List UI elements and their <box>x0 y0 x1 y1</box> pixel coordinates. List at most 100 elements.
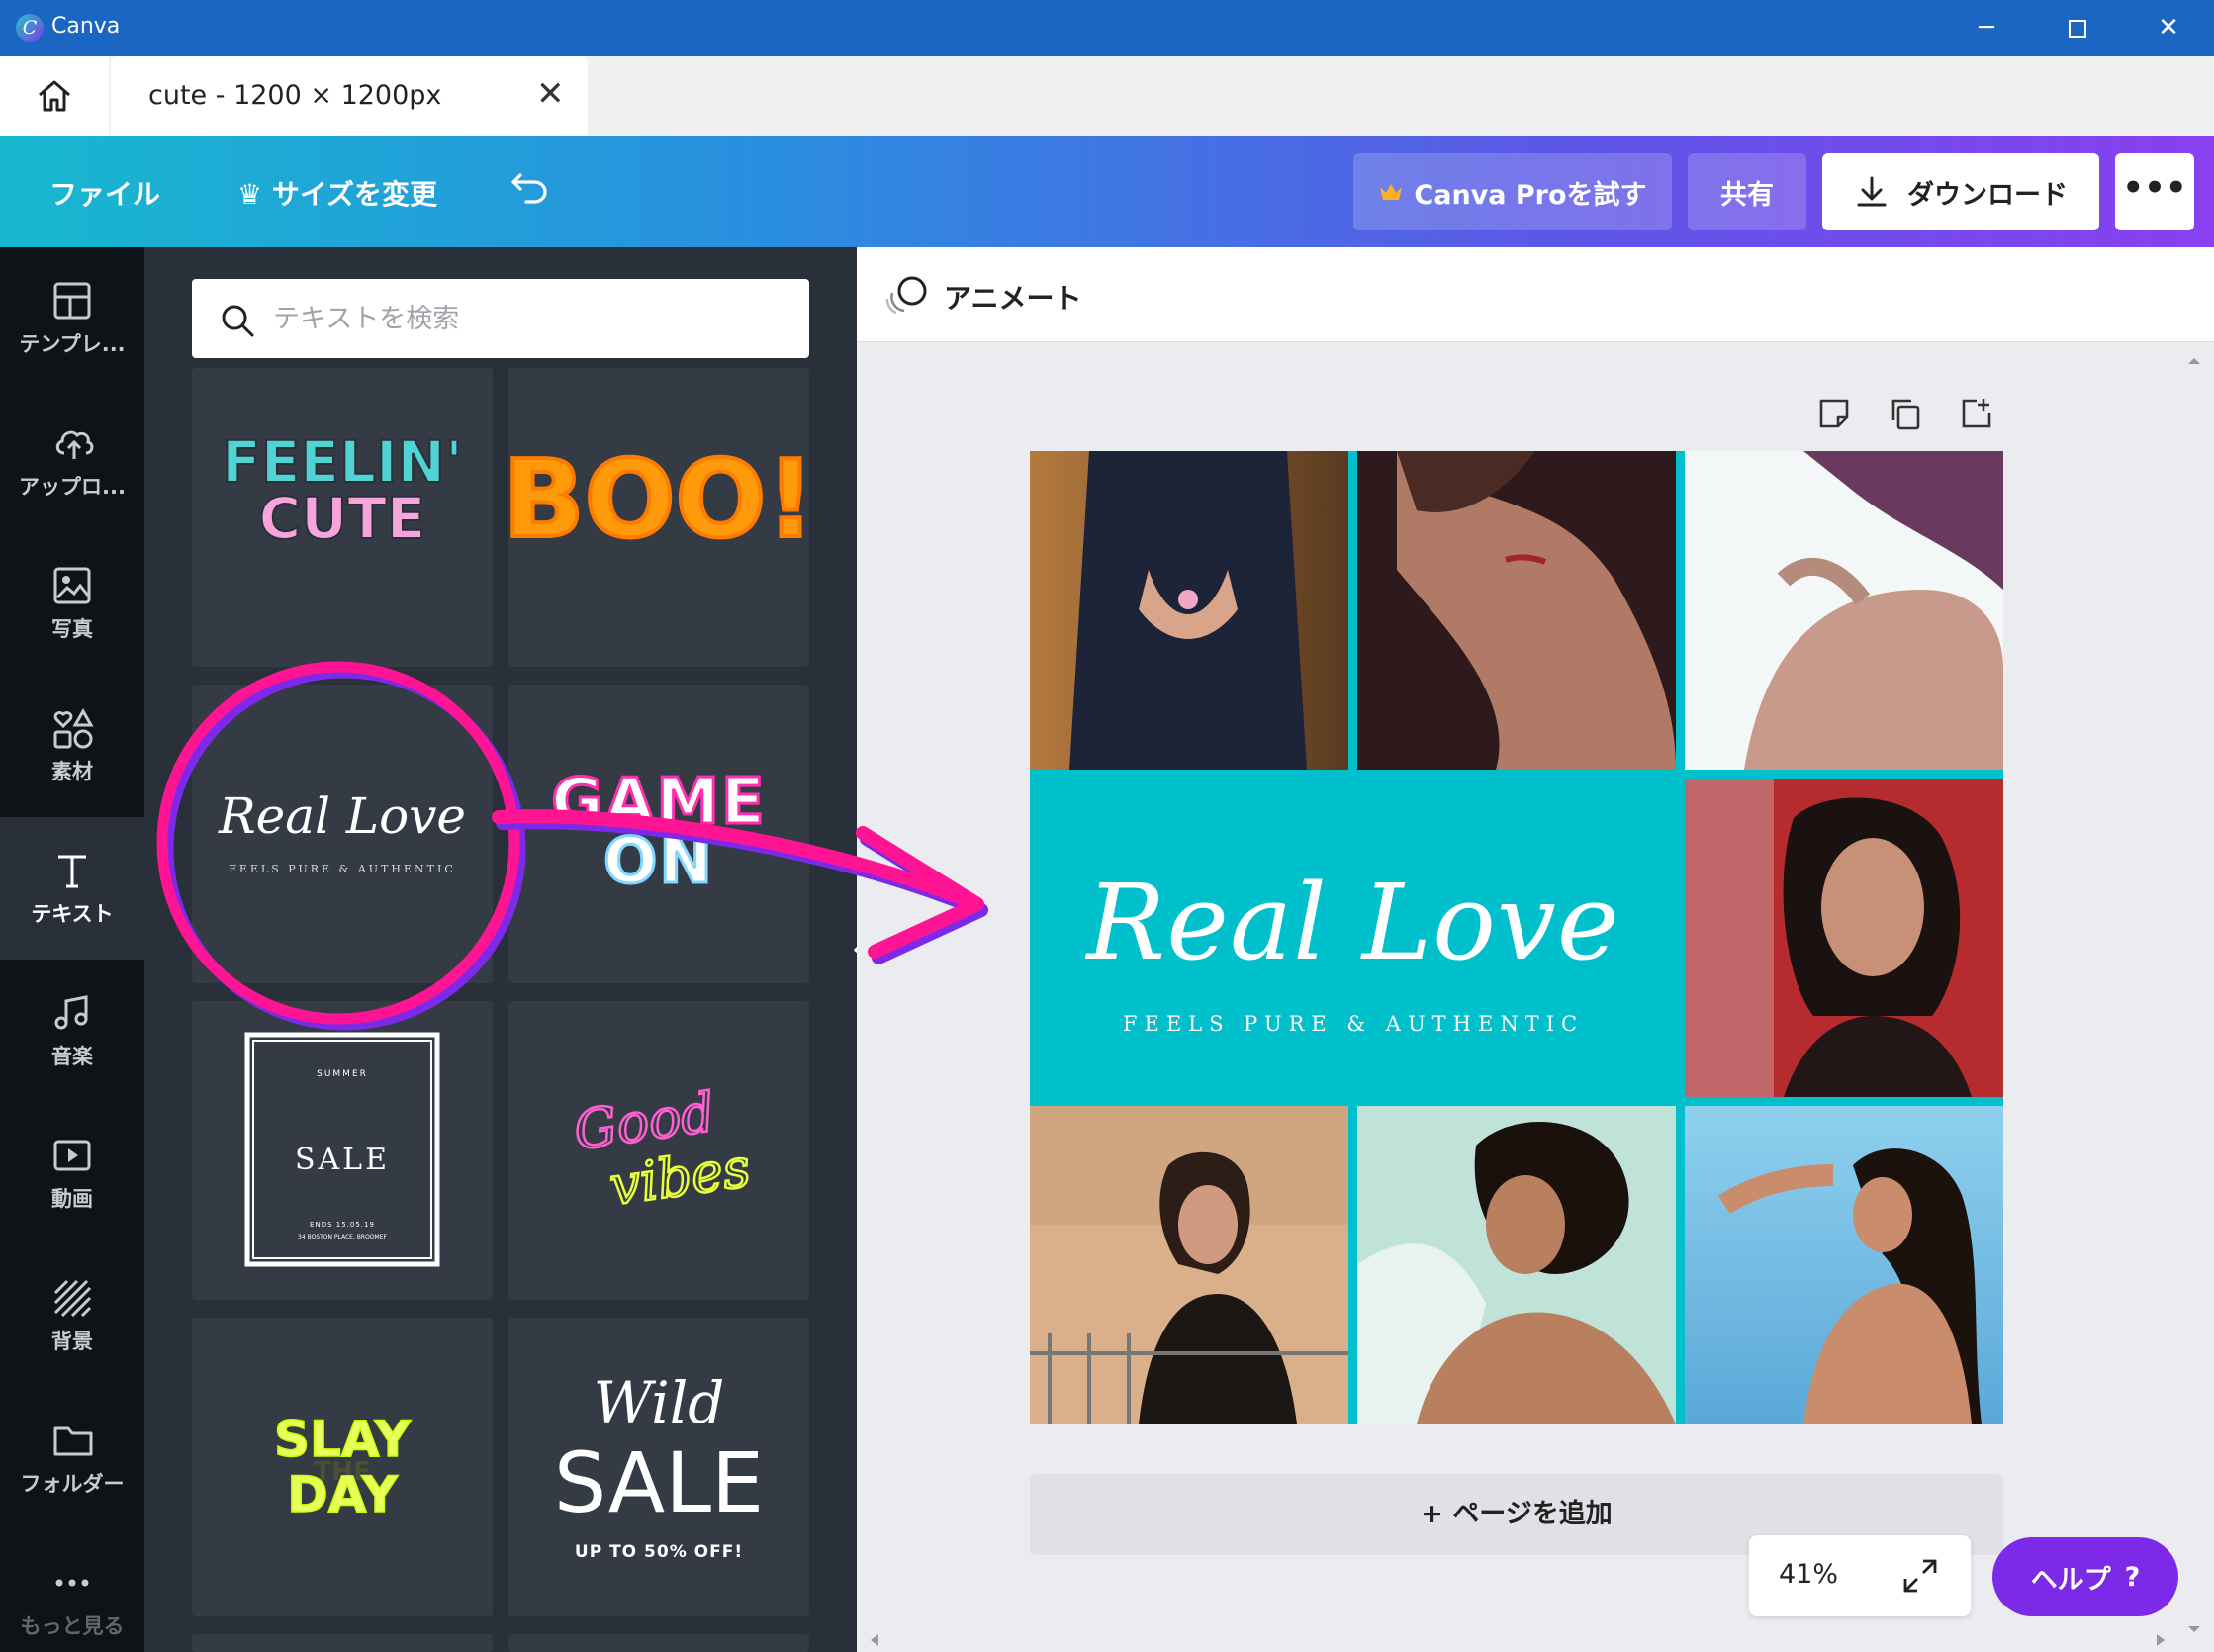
text-template-wild-sale[interactable]: Wild SALE UP TO 50% OFF! <box>508 1318 809 1616</box>
sidebar-item-label: 背景 <box>51 1330 93 1353</box>
slay-the-day-preview: SLAY THE DAY <box>273 1410 412 1524</box>
folder-icon <box>53 1426 93 1456</box>
tile-text: Wild <box>594 1369 725 1436</box>
search-box[interactable] <box>192 279 809 358</box>
undo-icon <box>511 173 547 204</box>
design-title-text[interactable]: Real Love <box>1030 862 1677 983</box>
resize-button[interactable]: ♛ サイズを変更 <box>237 173 437 213</box>
sidebar-item-label: テキスト <box>31 902 114 926</box>
side-navigation: テンプレ... アップロ... 写真 素材 テキスト 音楽 動画 背景 フォルダ… <box>0 247 144 1652</box>
document-tab[interactable]: cute - 1200 × 1200px ✕ <box>111 56 588 136</box>
share-button[interactable]: 共有 <box>1688 153 1806 230</box>
design-title-block[interactable]: Real Love FEELS PURE & AUTHENTIC <box>1030 779 1677 1111</box>
file-menu-button[interactable]: ファイル <box>49 173 160 213</box>
text-template-slay-the-day[interactable]: SLAY THE DAY <box>192 1318 493 1616</box>
home-button[interactable] <box>0 56 109 136</box>
duplicate-icon <box>1891 399 1920 430</box>
add-page-icon <box>1962 399 1991 428</box>
good-vibes-preview: Good vibes <box>569 1079 755 1219</box>
text-panel: FEELIN' CUTE BOO! Real Love FEELS PURE &… <box>144 247 857 1652</box>
photo-woman-sky[interactable] <box>1685 1106 2003 1424</box>
canva-logo-icon: C <box>16 14 44 42</box>
elements-icon <box>53 708 94 749</box>
search-input[interactable] <box>273 293 787 344</box>
music-icon <box>54 995 88 1030</box>
wild-sale-preview: Wild SALE UP TO 50% OFF! <box>554 1369 764 1562</box>
text-template-boo[interactable]: BOO! <box>508 368 809 667</box>
zoom-control[interactable]: 41% <box>1749 1535 1971 1616</box>
maximize-button[interactable] <box>2032 0 2123 56</box>
sidebar-item-video[interactable]: 動画 <box>0 1102 144 1244</box>
minimize-button[interactable]: ─ <box>1941 0 2032 56</box>
design-page[interactable]: Real Love FEELS PURE & AUTHENTIC <box>1030 451 2003 1424</box>
tile-text: UP TO 50% OFF! <box>575 1542 743 1562</box>
design-subtitle-text[interactable]: FEELS PURE & AUTHENTIC <box>1030 1012 1677 1036</box>
sidebar-item-folders[interactable]: フォルダー <box>0 1387 144 1529</box>
sidebar-item-label: アップロ... <box>19 475 126 499</box>
vertical-scrollbar[interactable] <box>2182 350 2206 1652</box>
tile-text: CUTE <box>259 485 426 552</box>
horizontal-scrollbar[interactable] <box>857 1628 2214 1652</box>
zoom-level[interactable]: 41% <box>1779 1559 1838 1590</box>
add-note-button[interactable] <box>1816 396 1852 435</box>
text-template-real-love[interactable]: Real Love FEELS PURE & AUTHENTIC <box>192 685 493 983</box>
tile-text: Real Love <box>218 787 466 845</box>
sidebar-item-label: 動画 <box>51 1187 93 1211</box>
sidebar-item-elements[interactable]: 素材 <box>0 675 144 817</box>
photo-woman-railing[interactable] <box>1030 1106 1348 1424</box>
photo-woman-curly-hair[interactable] <box>1357 1106 1676 1424</box>
text-template-feelin-cute[interactable]: FEELIN' CUTE <box>192 368 493 667</box>
text-template-game-on[interactable]: GAME ON <box>508 685 809 983</box>
search-icon <box>222 305 254 337</box>
download-button[interactable]: ダウンロード <box>1822 153 2099 230</box>
help-label: ヘルプ <box>2030 1564 2111 1596</box>
editor-toolbar: ファイル ♛ サイズを変更 Canva Proを試す 共有 ダウンロード ••• <box>0 136 2214 247</box>
tile-text: ON <box>603 825 714 898</box>
sidebar-item-music[interactable]: 音楽 <box>0 960 144 1102</box>
sidebar-item-label: 写真 <box>51 617 93 641</box>
try-canva-pro-button[interactable]: Canva Proを試す <box>1353 153 1672 230</box>
summer-sale-preview: SUMMER SALE ENDS 15.05.19 34 BOSTON PLAC… <box>244 1032 440 1267</box>
help-button[interactable]: ヘルプ ? <box>1992 1537 2178 1616</box>
tile-text: SUMMER <box>317 1069 368 1079</box>
text-template-partial[interactable] <box>508 1634 809 1652</box>
text-template-summer-sale[interactable]: SUMMER SALE ENDS 15.05.19 34 BOSTON PLAC… <box>192 1001 493 1300</box>
tile-text: BOO! <box>508 438 809 562</box>
more-options-button[interactable]: ••• <box>2115 153 2194 230</box>
sidebar-item-text[interactable]: テキスト <box>0 817 144 960</box>
sidebar-item-background[interactable]: 背景 <box>0 1244 144 1387</box>
fullscreen-icon[interactable] <box>1901 1557 1939 1595</box>
photo-dress-flowers[interactable] <box>1030 451 1348 770</box>
more-icon <box>55 1579 89 1587</box>
tile-text: FEELS PURE & AUTHENTIC <box>229 863 456 875</box>
close-tab-button[interactable]: ✕ <box>536 74 565 114</box>
try-canva-pro-label: Canva Proを試す <box>1414 179 1647 211</box>
text-icon <box>58 855 86 888</box>
sidebar-item-photos[interactable]: 写真 <box>0 532 144 675</box>
animate-icon <box>885 276 927 315</box>
photo-woman-portrait[interactable] <box>1685 779 2003 1097</box>
sidebar-item-templates[interactable]: テンプレ... <box>0 247 144 390</box>
sidebar-item-label: 素材 <box>51 760 93 783</box>
text-template-partial[interactable] <box>192 1634 493 1652</box>
sidebar-item-uploads[interactable]: アップロ... <box>0 390 144 532</box>
animate-button[interactable]: アニメート <box>944 277 1081 317</box>
undo-button[interactable] <box>508 169 550 213</box>
template-icon <box>53 282 91 320</box>
document-tab-title: cute - 1200 × 1200px <box>148 80 442 111</box>
upload-cloud-icon <box>55 430 94 459</box>
boo-preview: BOO! <box>508 436 809 564</box>
close-window-button[interactable]: ✕ <box>2123 0 2214 56</box>
sidebar-item-label: テンプレ... <box>19 332 126 356</box>
text-template-good-vibes[interactable]: Good vibes <box>508 1001 809 1300</box>
title-bar: C Canva ─ ✕ <box>0 0 2214 56</box>
sidebar-item-label: もっと見る <box>20 1614 125 1638</box>
tile-text: DAY <box>287 1466 398 1523</box>
photo-woman-shoulder[interactable] <box>1685 451 2003 770</box>
sidebar-item-more[interactable]: もっと見る <box>0 1529 144 1652</box>
photo-woman-lips[interactable] <box>1357 451 1676 770</box>
add-page-icon-button[interactable] <box>1959 396 1994 435</box>
duplicate-page-button[interactable] <box>1888 396 1923 435</box>
video-icon <box>53 1140 91 1171</box>
sidebar-item-label: フォルダー <box>20 1472 125 1496</box>
